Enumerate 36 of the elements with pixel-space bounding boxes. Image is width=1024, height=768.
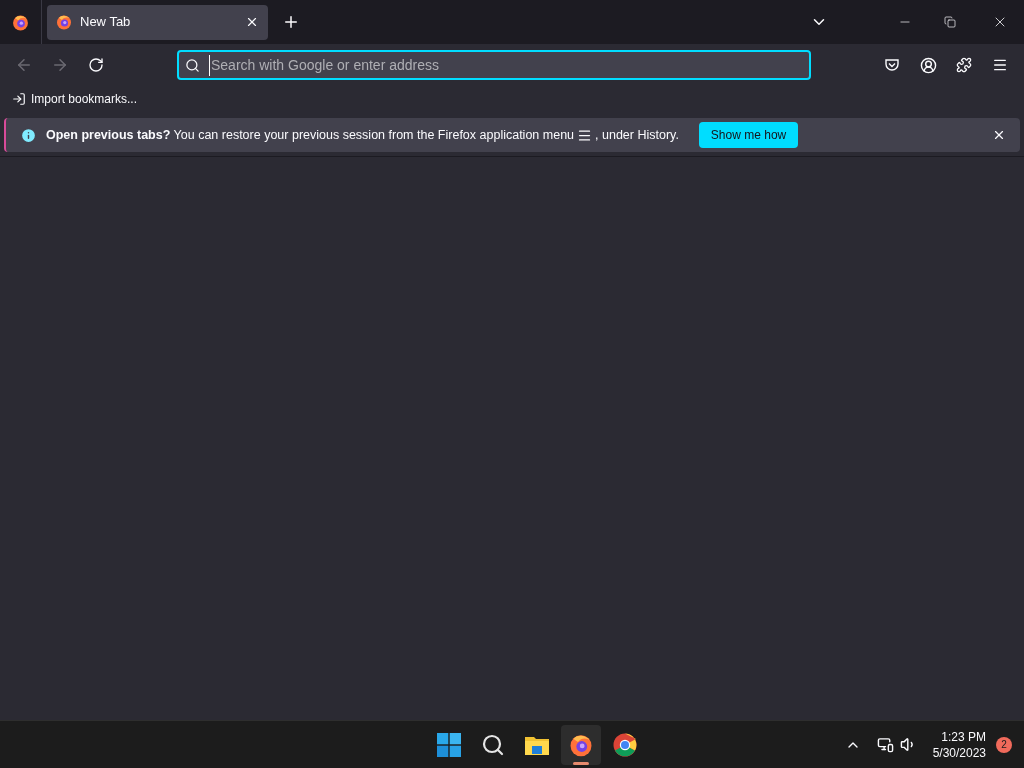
back-icon[interactable]: [15, 56, 33, 74]
fox-icon: [569, 732, 594, 757]
notification-message-end: , under History.: [595, 126, 679, 144]
search-icon: [185, 57, 200, 73]
forward-icon[interactable]: [51, 56, 69, 74]
address-bar[interactable]: Search with Google or enter address: [177, 50, 811, 80]
pocket-icon[interactable]: [884, 57, 900, 73]
tab-title: New Tab: [80, 13, 132, 32]
reload-icon[interactable]: [88, 57, 104, 73]
fox-icon: [56, 14, 72, 30]
import-bookmarks-button[interactable]: Import bookmarks...: [12, 90, 138, 108]
active-indicator: [573, 761, 590, 765]
account-icon[interactable]: [920, 56, 937, 74]
close-tab-icon[interactable]: [245, 15, 259, 29]
taskbar-app[interactable]: [561, 724, 602, 765]
browser-tab[interactable]: New Tab: [47, 4, 268, 40]
import-icon: [12, 92, 26, 106]
address-field[interactable]: Search with Google or enter address: [209, 54, 803, 76]
chrome-icon: [613, 732, 638, 757]
network-icon[interactable]: [876, 736, 894, 753]
info-icon: [20, 126, 37, 144]
extensions-icon[interactable]: [956, 57, 972, 73]
show-me-how-button[interactable]: Show me how: [698, 122, 799, 148]
restore-icon[interactable]: [944, 16, 956, 28]
new-tab-icon[interactable]: [282, 13, 300, 31]
clock[interactable]: 1:23 PM 5/30/2023: [932, 728, 986, 761]
windows-logo-icon: [437, 732, 462, 757]
search-icon: [481, 732, 506, 757]
menu-icon: [577, 127, 593, 143]
clock-time: 1:23 PM: [941, 728, 986, 745]
close-notification-icon[interactable]: [992, 128, 1006, 142]
clock-date: 5/30/2023: [932, 744, 986, 761]
fox-icon: [12, 13, 29, 31]
notification-message: Open previous tabs? You can restore your previous session from the Firefox application menu: [46, 126, 575, 144]
menu-icon[interactable]: [992, 57, 1008, 73]
notification-count[interactable]: 2: [996, 736, 1012, 753]
